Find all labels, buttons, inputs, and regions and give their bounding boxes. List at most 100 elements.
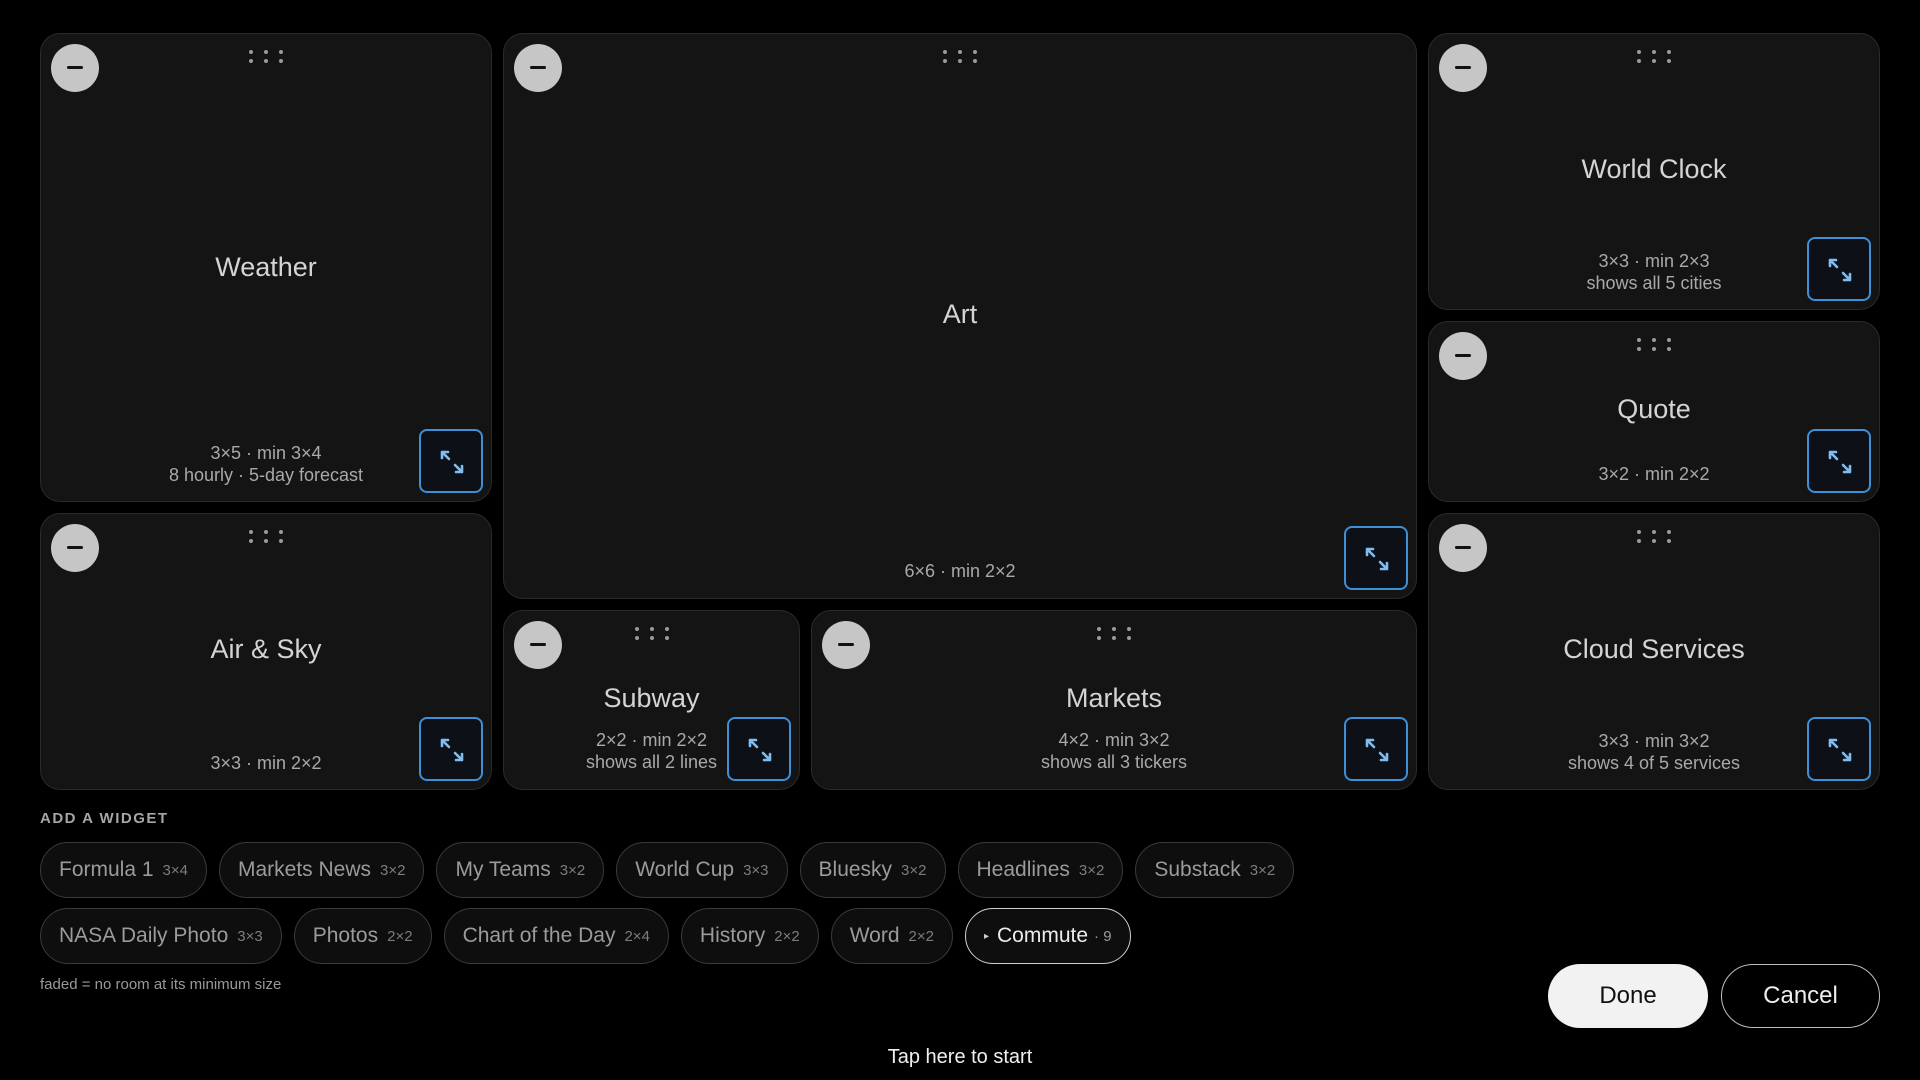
drag-handle-icon[interactable] xyxy=(249,530,283,544)
widget-title: Subway xyxy=(603,683,700,713)
minus-icon xyxy=(530,66,546,69)
add-widget-chip[interactable]: Substack 3×2 xyxy=(1135,842,1295,898)
cancel-button[interactable]: Cancel xyxy=(1721,964,1880,1028)
widget-size-text: 6×6 · min 2×2 xyxy=(904,561,1016,581)
chip-size: 3×2 xyxy=(559,861,586,879)
add-widget-chip[interactable]: World Cup 3×3 xyxy=(616,842,788,898)
minus-icon xyxy=(67,66,83,69)
remove-widget-button[interactable] xyxy=(1439,332,1487,380)
chip-size: 2×2 xyxy=(774,927,800,945)
add-widget-chip[interactable]: Photos 2×2 xyxy=(293,908,432,964)
minus-icon xyxy=(838,643,854,646)
expand-arrows-icon xyxy=(440,450,464,474)
widget-cloud-services[interactable]: Cloud Services 3×3 · min 3×2 shows 4 of … xyxy=(1428,513,1880,790)
widget-title: Art xyxy=(942,299,978,329)
resize-widget-button[interactable] xyxy=(1807,237,1871,301)
chip-size: 3×4 xyxy=(162,861,188,879)
chip-size: 2×2 xyxy=(387,927,413,945)
chip-name: NASA Daily Photo xyxy=(59,924,229,947)
chip-count: · 9 xyxy=(1094,927,1112,945)
chip-size: 2×2 xyxy=(908,927,934,945)
minus-icon xyxy=(1455,66,1471,69)
chip-name: Word xyxy=(849,924,900,947)
resize-widget-button[interactable] xyxy=(1344,526,1408,590)
widget-title: Weather xyxy=(215,252,317,282)
expand-arrows-icon xyxy=(1365,738,1389,762)
widget-art[interactable]: Art 6×6 · min 2×2 xyxy=(503,33,1417,599)
add-widget-chip[interactable]: My Teams 3×2 xyxy=(436,842,605,898)
chip-name: Substack xyxy=(1154,858,1241,881)
resize-widget-button[interactable] xyxy=(1807,429,1871,493)
expand-arrows-icon xyxy=(1828,450,1852,474)
expand-arrows-icon xyxy=(1828,738,1852,762)
widget-title: World Clock xyxy=(1581,154,1727,184)
widget-chip-row-2: NASA Daily Photo 3×3 Photos 2×2 Chart of t… xyxy=(40,908,1131,964)
chip-name: Commute xyxy=(997,924,1089,947)
widget-markets[interactable]: Markets 4×2 · min 3×2 shows all 3 ticker… xyxy=(811,610,1417,790)
add-widget-chip[interactable]: NASA Daily Photo 3×3 xyxy=(40,908,282,964)
minus-icon xyxy=(1455,354,1471,357)
chip-name: Markets News xyxy=(237,858,372,881)
chip-size: 3×2 xyxy=(901,861,927,879)
resize-widget-button[interactable] xyxy=(1344,717,1408,781)
remove-widget-button[interactable] xyxy=(51,44,99,92)
expand-arrows-icon xyxy=(1828,258,1852,282)
drag-handle-icon[interactable] xyxy=(1097,627,1131,641)
widget-size-info: 6×6 · min 2×2 xyxy=(504,560,1416,582)
chip-name: My Teams xyxy=(455,858,551,881)
tap-to-start-prompt[interactable]: Tap here to start xyxy=(0,1046,1920,1069)
chip-name: Headlines xyxy=(976,858,1070,881)
remove-widget-button[interactable] xyxy=(514,44,562,92)
chip-name: Photos xyxy=(312,924,379,947)
widget-size-info: 4×2 · min 3×2 shows all 3 tickers xyxy=(812,729,1416,773)
remove-widget-button[interactable] xyxy=(822,621,870,669)
chip-size: 2×4 xyxy=(624,927,650,945)
play-triangle-icon: ▸ xyxy=(983,930,989,942)
chip-size: 3×3 xyxy=(743,861,769,879)
remove-widget-button[interactable] xyxy=(1439,44,1487,92)
widget-weather[interactable]: Weather 3×5 · min 3×4 8 hourly · 5-day f… xyxy=(40,33,492,502)
chip-name: Chart of the Day xyxy=(462,924,616,947)
commute-chip[interactable]: ▸ Commute · 9 xyxy=(964,908,1131,964)
add-widget-chip[interactable]: Word 2×2 xyxy=(830,908,953,964)
widget-title: Air & Sky xyxy=(210,634,322,664)
chip-size: 3×2 xyxy=(380,861,406,879)
drag-handle-icon[interactable] xyxy=(1637,338,1671,352)
widget-detail-text: shows all 3 tickers xyxy=(1040,752,1188,772)
widget-quote[interactable]: Quote 3×2 · min 2×2 xyxy=(1428,321,1880,502)
add-widget-heading: ADD A WIDGET xyxy=(40,810,169,827)
widget-layout-editor: Weather 3×5 · min 3×4 8 hourly · 5-day f… xyxy=(0,0,1920,1080)
resize-widget-button[interactable] xyxy=(727,717,791,781)
drag-handle-icon[interactable] xyxy=(1637,50,1671,64)
resize-widget-button[interactable] xyxy=(419,717,483,781)
chip-size: 3×2 xyxy=(1078,861,1105,879)
remove-widget-button[interactable] xyxy=(51,524,99,572)
widget-chip-row-1: Formula 1 3×4 Markets News 3×2 My Teams 3×2… xyxy=(40,842,1295,898)
done-button[interactable]: Done xyxy=(1548,964,1708,1028)
resize-widget-button[interactable] xyxy=(419,429,483,493)
widget-air-sky[interactable]: Air & Sky 3×3 · min 2×2 xyxy=(40,513,492,790)
add-widget-chip[interactable]: Formula 1 3×4 xyxy=(40,842,207,898)
add-widget-chip[interactable]: Headlines 3×2 xyxy=(957,842,1124,898)
drag-handle-icon[interactable] xyxy=(634,627,669,641)
add-widget-chip[interactable]: History 2×2 xyxy=(680,908,819,964)
widget-world-clock[interactable]: World Clock 3×3 · min 2×3 shows all 5 ci… xyxy=(1428,33,1880,310)
drag-handle-icon[interactable] xyxy=(943,50,977,64)
widget-subway[interactable]: Subway 2×2 · min 2×2 shows all 2 lines xyxy=(503,610,800,790)
add-widget-chip[interactable]: Bluesky 3×2 xyxy=(799,842,946,898)
remove-widget-button[interactable] xyxy=(1439,524,1487,572)
remove-widget-button[interactable] xyxy=(514,621,562,669)
resize-widget-button[interactable] xyxy=(1807,717,1871,781)
expand-arrows-icon xyxy=(440,738,464,762)
chip-name: History xyxy=(699,924,766,947)
chip-name: World Cup xyxy=(635,858,735,881)
drag-handle-icon[interactable] xyxy=(249,50,283,64)
drag-handle-icon[interactable] xyxy=(1637,530,1671,544)
expand-arrows-icon xyxy=(1365,547,1389,571)
add-widget-chip[interactable]: Markets News 3×2 xyxy=(218,842,425,898)
widget-title: Cloud Services xyxy=(1563,634,1745,664)
add-widget-chip[interactable]: Chart of the Day 2×4 xyxy=(443,908,669,964)
minus-icon xyxy=(67,546,83,549)
minus-icon xyxy=(530,643,546,646)
minus-icon xyxy=(1455,546,1471,549)
